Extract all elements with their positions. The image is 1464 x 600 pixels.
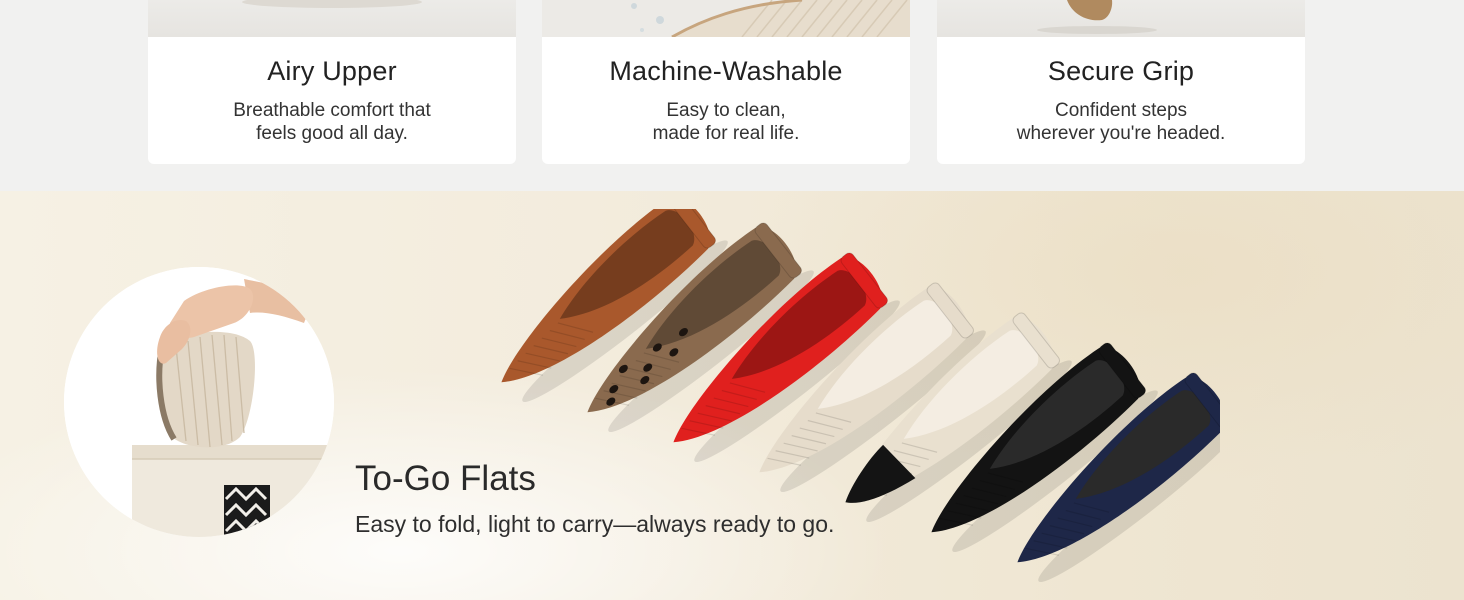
feature-description: Breathable comfort that feels good all d…: [233, 100, 431, 144]
hero-title: To-Go Flats: [355, 459, 536, 498]
feature-photo: [148, 0, 516, 37]
feature-description: Easy to clean, made for real life.: [652, 100, 800, 144]
feature-card-body: Secure Grip Confident steps wherever you…: [937, 37, 1305, 164]
feature-card-body: Machine-Washable Easy to clean, made for…: [542, 37, 910, 164]
feature-card-machine-washable: Machine-Washable Easy to clean, made for…: [542, 0, 910, 164]
feature-title: Secure Grip: [1047, 56, 1195, 86]
hero-subtitle: Easy to fold, light to carry—always read…: [355, 511, 835, 537]
feature-card-body: Airy Upper Breathable comfort that feels…: [148, 37, 516, 164]
feature-title: Airy Upper: [267, 56, 397, 86]
feature-photo: [542, 0, 910, 37]
feature-photo: [937, 0, 1305, 37]
tote-pattern: [224, 485, 270, 537]
feature-card-secure-grip: Secure Grip Confident steps wherever you…: [937, 0, 1305, 164]
feature-description: Confident steps wherever you're headed.: [1016, 100, 1226, 144]
fold-shoe-photo: [64, 267, 334, 537]
hero-banner: To-Go Flats Easy to fold, light to carry…: [0, 191, 1464, 600]
feature-strip: Airy Upper Breathable comfort that feels…: [0, 0, 1464, 191]
feature-title: Machine-Washable: [609, 56, 843, 86]
feature-card-airy-upper: Airy Upper Breathable comfort that feels…: [148, 0, 516, 164]
